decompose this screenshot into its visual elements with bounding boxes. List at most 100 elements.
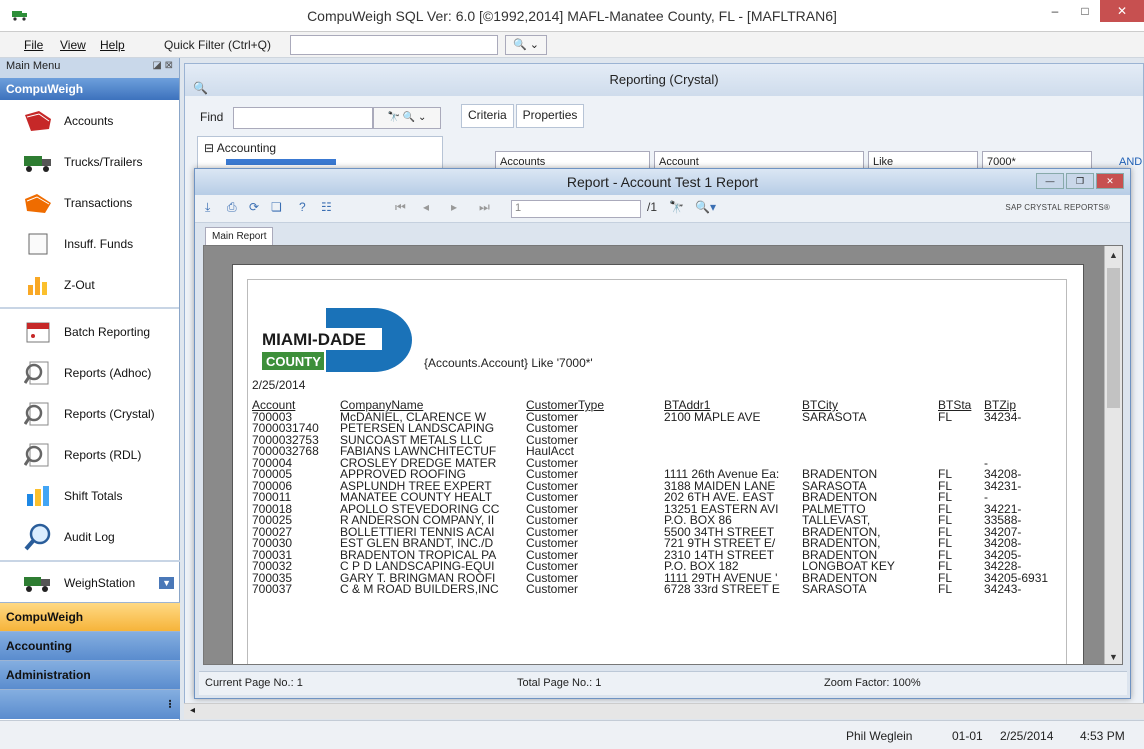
scroll-thumb[interactable]	[1107, 268, 1120, 408]
page-number-input[interactable]: 1	[511, 200, 641, 218]
table-cell: APOLLO STEVEDORING CC	[340, 503, 500, 515]
scroll-down-icon[interactable]: ▼	[1109, 652, 1118, 662]
export-icon[interactable]: ⤓	[205, 200, 210, 215]
refresh-icon[interactable]: ⟳	[249, 200, 259, 214]
table-cell: Customer	[526, 561, 579, 573]
table-cell	[802, 446, 938, 458]
table-row: 700037 C & M ROAD BUILDERS,INC Customer 672…	[252, 584, 1060, 596]
table-cell: Customer	[526, 538, 579, 550]
find-input[interactable]	[233, 107, 373, 129]
sap-crystal-brand: SAP CRYSTAL REPORTS®	[1005, 203, 1110, 212]
scroll-left-icon[interactable]: ◂	[190, 705, 195, 716]
nav-item-z-out[interactable]: Z-Out	[0, 264, 179, 305]
table-cell: 7000032768	[252, 446, 319, 458]
main-menu-title: Main Menu	[6, 60, 61, 72]
next-page-icon[interactable]: ▸	[451, 200, 457, 214]
table-cell: 34208-	[984, 538, 1022, 550]
current-page-status: Current Page No.: 1	[205, 677, 303, 689]
table-cell: 3188 MAIDEN LANE	[664, 480, 776, 492]
table-cell: C & M ROAD BUILDERS,INC	[340, 584, 499, 596]
table-cell: GARY T. BRINGMAN ROOFI	[340, 572, 496, 584]
tree-selected-node[interactable]	[226, 159, 336, 165]
table-row: 7000032753 SUNCOAST METALS LLC Customer	[252, 435, 1060, 447]
and-link[interactable]: AND	[1119, 156, 1142, 168]
tree-node-accounting[interactable]: ⊟ Accounting	[204, 141, 276, 155]
table-cell: 1111 26th Avenue Ea:	[664, 469, 780, 481]
nav-item-reports-crystal[interactable]: Reports (Crystal)	[0, 393, 179, 434]
menu-view[interactable]: View	[60, 38, 86, 52]
chevron-down-icon[interactable]: ▼	[159, 577, 174, 589]
table-cell	[938, 458, 984, 470]
report-toolbar: ⤓ ⎙ ⟳ ❏ ? ☷ ⏮ ◂ ▸ ⏭ 1 /1 🔭 🔍▾ SAP CRYSTA…	[195, 195, 1130, 223]
nav-item-audit-log[interactable]: Audit Log	[0, 516, 179, 557]
table-cell: FL	[938, 411, 953, 423]
shift-chart-icon	[22, 482, 54, 510]
table-cell: 7000032753	[252, 434, 319, 446]
table-cell: SUNCOAST METALS LLC	[340, 434, 483, 446]
tab-criteria[interactable]: Criteria	[461, 104, 514, 128]
table-cell: CROSLEY DREDGE MATER	[340, 457, 497, 469]
table-cell: 700006	[252, 480, 293, 492]
nav-item-transactions[interactable]: Transactions	[0, 182, 179, 223]
scroll-up-icon[interactable]: ▲	[1109, 250, 1118, 260]
nav-label: Trucks/Trailers	[64, 154, 143, 169]
nav-tab-administration[interactable]: Administration	[0, 660, 180, 689]
table-cell: 721 9TH STREET E/	[664, 538, 776, 550]
report-minimize-button[interactable]: —	[1036, 173, 1064, 189]
zoom-icon[interactable]: 🔍▾	[695, 200, 716, 214]
table-cell: APPROVED ROOFING	[340, 469, 467, 481]
report-canvas[interactable]: MIAMI-DADE COUNTY {Accounts.Account} Lik…	[203, 245, 1123, 665]
menu-help[interactable]: Help	[100, 38, 125, 52]
prev-page-icon[interactable]: ◂	[423, 200, 429, 214]
column-header: CompanyName	[340, 400, 424, 412]
report-restore-button[interactable]: ❐	[1066, 173, 1094, 189]
table-cell: Customer	[526, 526, 579, 538]
help-icon[interactable]: ?	[299, 200, 306, 214]
table-cell	[984, 435, 1060, 447]
table-row: 7000031740 PETERSEN LANDSCAPING Customer	[252, 423, 1060, 435]
copy-icon[interactable]: ❏	[271, 200, 282, 214]
nav-overflow-chevron-icon[interactable]: ⁝	[0, 689, 180, 719]
report-vertical-scrollbar[interactable]: ▲ ▼	[1104, 246, 1122, 664]
table-cell: Customer	[526, 515, 579, 527]
find-buttons[interactable]: 🔭 🔍 ⌄	[373, 107, 441, 129]
menu-file[interactable]: File	[24, 38, 43, 52]
group-tree-icon[interactable]: ☷	[321, 200, 332, 214]
nav-tab-accounting[interactable]: Accounting	[0, 631, 180, 660]
tab-main-report[interactable]: Main Report	[205, 227, 274, 245]
quick-filter-search-button[interactable]: 🔍 ⌄	[505, 35, 547, 55]
nav-item-shift-totals[interactable]: Shift Totals	[0, 475, 179, 516]
nav-item-reports-rdl[interactable]: Reports (RDL)	[0, 434, 179, 475]
table-cell: Customer	[526, 549, 579, 561]
last-page-icon[interactable]: ⏭	[479, 200, 490, 215]
report-magnifier-icon	[22, 359, 54, 387]
pin-icon[interactable]: ◪ ⊠	[152, 60, 173, 71]
nav-item-reports-adhoc[interactable]: Reports (Adhoc)	[0, 352, 179, 393]
nav-item-weighstation[interactable]: WeighStation ▼	[0, 564, 180, 602]
horizontal-scrollbar[interactable]: ◂	[184, 703, 1144, 719]
quick-filter-input[interactable]	[290, 35, 498, 55]
report-title-bar: Report - Account Test 1 Report — ❐ ✕	[195, 169, 1130, 195]
nav-item-batch-reporting[interactable]: Batch Reporting	[0, 311, 179, 352]
table-cell: FL	[938, 469, 953, 481]
find-text-icon[interactable]: 🔭	[669, 200, 684, 214]
nav-item-accounts[interactable]: Accounts	[0, 100, 179, 141]
minimize-button[interactable]: –	[1040, 0, 1070, 22]
table-cell: SARASOTA	[802, 584, 867, 596]
tab-properties[interactable]: Properties	[515, 104, 585, 128]
table-cell: -	[984, 457, 988, 469]
table-cell	[664, 446, 802, 458]
table-cell: 700003	[252, 411, 293, 423]
close-button[interactable]: ✕	[1100, 0, 1144, 22]
nav-tab-compuweigh[interactable]: CompuWeigh	[0, 602, 180, 631]
maximize-button[interactable]: □	[1070, 0, 1100, 22]
nav-group-compuweigh[interactable]: CompuWeigh	[0, 78, 179, 100]
print-icon[interactable]: ⎙	[227, 200, 237, 215]
table-cell: 34207-	[984, 526, 1022, 538]
table-row: 700032 C P D LANDSCAPING-EQUI Customer P.O.…	[252, 561, 1060, 573]
report-close-button[interactable]: ✕	[1096, 173, 1124, 189]
nav-item-trucks-trailers[interactable]: Trucks/Trailers	[0, 141, 179, 182]
table-cell: LONGBOAT KEY	[802, 561, 895, 573]
first-page-icon[interactable]: ⏮	[395, 200, 406, 215]
nav-item-insuff-funds[interactable]: Insuff. Funds	[0, 223, 179, 264]
